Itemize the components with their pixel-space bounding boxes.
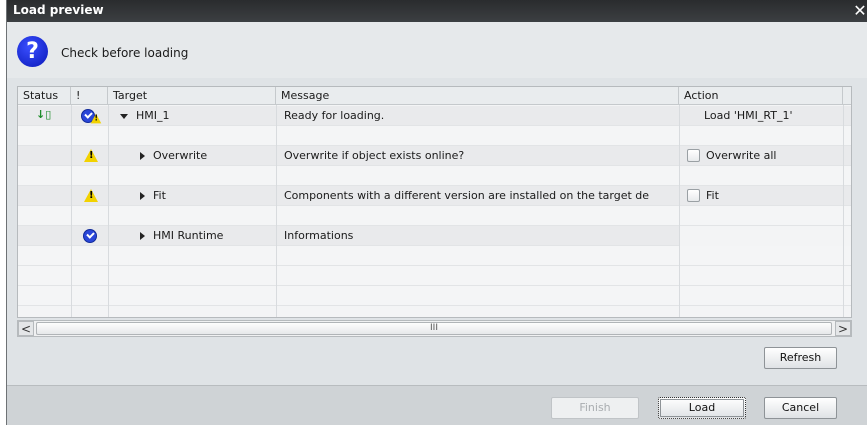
table-row[interactable]: ↓▯ HMI_1 Ready for loading. Load 'HMI_RT… [18,106,851,126]
overwrite-all-checkbox[interactable] [687,149,700,162]
table-row[interactable]: HMI Runtime Informations [18,226,679,246]
title-bar: Load preview ✕ [7,0,867,22]
load-preview-dialog: Load preview ✕ ? Check before loading St… [6,0,867,425]
warning-icon [84,189,98,202]
table-row-spacer [18,126,851,146]
action-text: Fit [706,189,719,202]
column-divider [108,105,109,317]
table-row-empty [18,286,851,306]
chevron-right-icon[interactable] [140,152,145,160]
column-header-message[interactable]: Message [276,87,679,105]
finish-button[interactable]: Finish [551,397,639,419]
message-text: Components with a different version are … [284,189,650,202]
scroll-right-icon[interactable]: > [835,321,851,336]
cancel-button[interactable]: Cancel [764,397,837,419]
action-text[interactable]: Load 'HMI_RT_1' [704,106,793,126]
column-divider [679,105,680,317]
column-header-flag[interactable]: ! [71,87,108,105]
chevron-right-icon[interactable] [140,232,145,240]
message-text: Ready for loading. [284,109,385,122]
target-label: Overwrite [153,149,208,162]
close-icon[interactable]: ✕ [852,1,867,21]
table-row[interactable]: Overwrite Overwrite if object exists onl… [18,146,851,166]
dialog-footer: Finish Load Cancel [7,385,867,425]
expand-toggle[interactable]: HMI_1 [120,106,170,126]
expand-toggle[interactable]: Overwrite [140,146,207,166]
column-divider [843,105,844,317]
chevron-down-icon[interactable] [120,113,128,119]
column-divider [71,105,72,317]
preview-table: Status ! Target Message Action ↓▯ HMI_1 … [17,86,852,318]
header-text: Check before loading [61,46,189,60]
header-area: ? Check before loading [7,22,867,78]
column-header-status[interactable]: Status [18,87,71,105]
warning-icon [84,149,98,162]
target-label: HMI_1 [136,109,170,122]
dialog-title: Load preview [13,3,104,17]
column-header-action[interactable]: Action [679,87,843,105]
expand-toggle[interactable]: HMI Runtime [140,226,223,246]
action-text: Overwrite all [706,149,777,162]
message-text: Overwrite if object exists online? [284,149,465,162]
warning-icon [90,113,102,124]
scroll-thumb[interactable]: III [36,322,832,335]
refresh-button[interactable]: Refresh [764,347,837,369]
column-header-target[interactable]: Target [108,87,276,105]
target-label: HMI Runtime [153,229,224,242]
column-divider [276,105,277,317]
scroll-left-icon[interactable]: < [18,321,34,336]
expand-toggle[interactable]: Fit [140,186,166,206]
table-row[interactable]: Fit Components with a different version … [18,186,851,206]
column-header-filler [843,87,851,105]
table-row-empty [18,266,851,286]
load-button[interactable]: Load [658,397,746,419]
table-row-spacer [18,166,851,186]
horizontal-scrollbar[interactable]: < III > [17,320,852,337]
table-row-empty [18,246,851,266]
ok-icon [83,229,97,243]
chevron-right-icon[interactable] [140,192,145,200]
target-label: Fit [153,189,166,202]
question-icon: ? [17,36,48,67]
table-row-spacer [18,206,851,226]
message-text: Informations [284,229,354,242]
fit-checkbox[interactable] [687,189,700,202]
download-arrow-icon: ↓▯ [36,108,52,121]
